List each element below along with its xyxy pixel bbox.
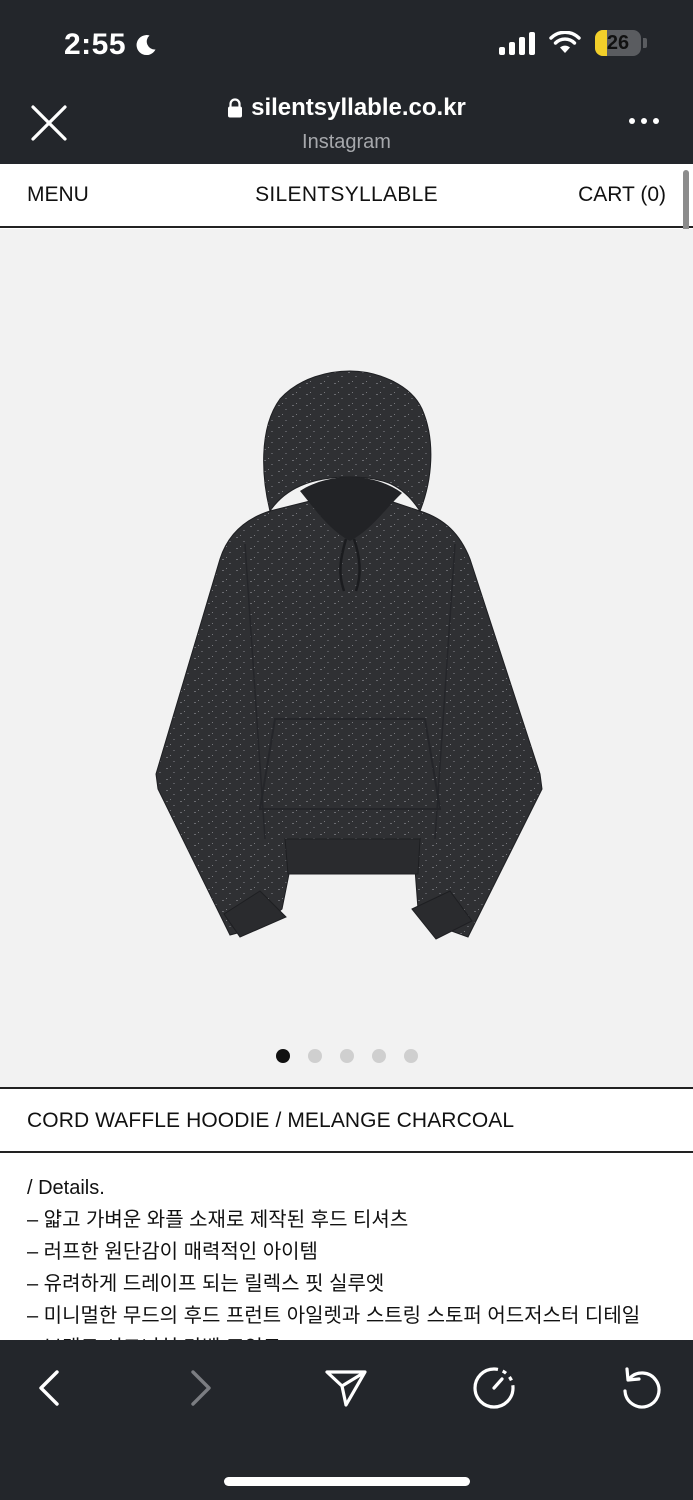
brand-link[interactable]: SILENTSYLLABLE [255,183,438,206]
carousel-dot[interactable] [403,1049,418,1063]
details-line: – 미니멀한 무드의 후드 프런트 아일렛과 스트링 스토퍼 어드저스터 디테일 [27,1305,641,1327]
browser-header: 2:55 26 silentsyllable.co.kr Instagram [0,0,693,164]
back-button[interactable] [26,1364,74,1412]
clock: 2:55 [64,28,127,61]
battery-percent: 26 [606,31,630,54]
details-heading: / Details. [27,1177,105,1199]
carousel-pagination [0,1049,693,1063]
carousel-dot[interactable] [307,1049,322,1063]
carousel-dot[interactable] [371,1049,386,1063]
product-image-carousel[interactable] [0,229,693,1087]
product-title: CORD WAFFLE HOODIE / MELANGE CHARCOAL [27,1109,515,1132]
product-details: / Details. – 얇고 가벼운 와플 소재로 제작된 후드 티셔츠 – 러프… [27,1172,667,1340]
status-time: 2:55 [64,28,158,62]
forward-icon [191,1370,211,1406]
url-bar[interactable]: silentsyllable.co.kr [227,94,466,122]
cart-link[interactable]: CART (0) [578,183,666,207]
browser-toolbar [0,1340,693,1500]
url-text: silentsyllable.co.kr [251,94,466,121]
site-header: MENU SILENTSYLLABLE CART (0) [0,164,693,228]
forward-button[interactable] [176,1364,224,1412]
cellular-signal-icon [499,31,535,55]
home-indicator[interactable] [224,1477,470,1486]
hoodie-product-image [155,370,543,940]
speed-button[interactable] [470,1364,518,1412]
battery-icon: 26 [595,30,641,56]
carousel-dot[interactable] [339,1049,354,1063]
menu-link[interactable]: MENU [27,183,89,207]
share-icon [325,1370,367,1407]
details-line: – 러프한 원단감이 매력적인 아이템 [27,1241,318,1263]
reload-icon [623,1367,661,1409]
wifi-icon [549,31,581,53]
more-icon[interactable] [629,118,659,124]
lock-icon [228,98,243,118]
speed-icon [473,1367,515,1409]
carousel-dot[interactable] [275,1049,290,1063]
moon-icon [136,35,156,56]
details-line: – 얇고 가벼운 와플 소재로 제작된 후드 티셔츠 [27,1209,409,1231]
details-line: – 유려하게 드레이프 되는 릴렉스 핏 실루엣 [27,1273,385,1295]
details-line: – 브랜드 시그니처 라벨 포인트 [27,1332,667,1340]
reload-button[interactable] [618,1364,666,1412]
screen: 2:55 26 silentsyllable.co.kr Instagram M… [0,0,693,1500]
share-button[interactable] [322,1364,370,1412]
battery-tip [643,38,647,48]
status-indicators: 26 [499,30,647,56]
address-area: silentsyllable.co.kr Instagram [0,94,693,154]
back-icon [39,1370,59,1406]
source-app: Instagram [302,131,391,153]
product-title-row: CORD WAFFLE HOODIE / MELANGE CHARCOAL [0,1087,693,1153]
